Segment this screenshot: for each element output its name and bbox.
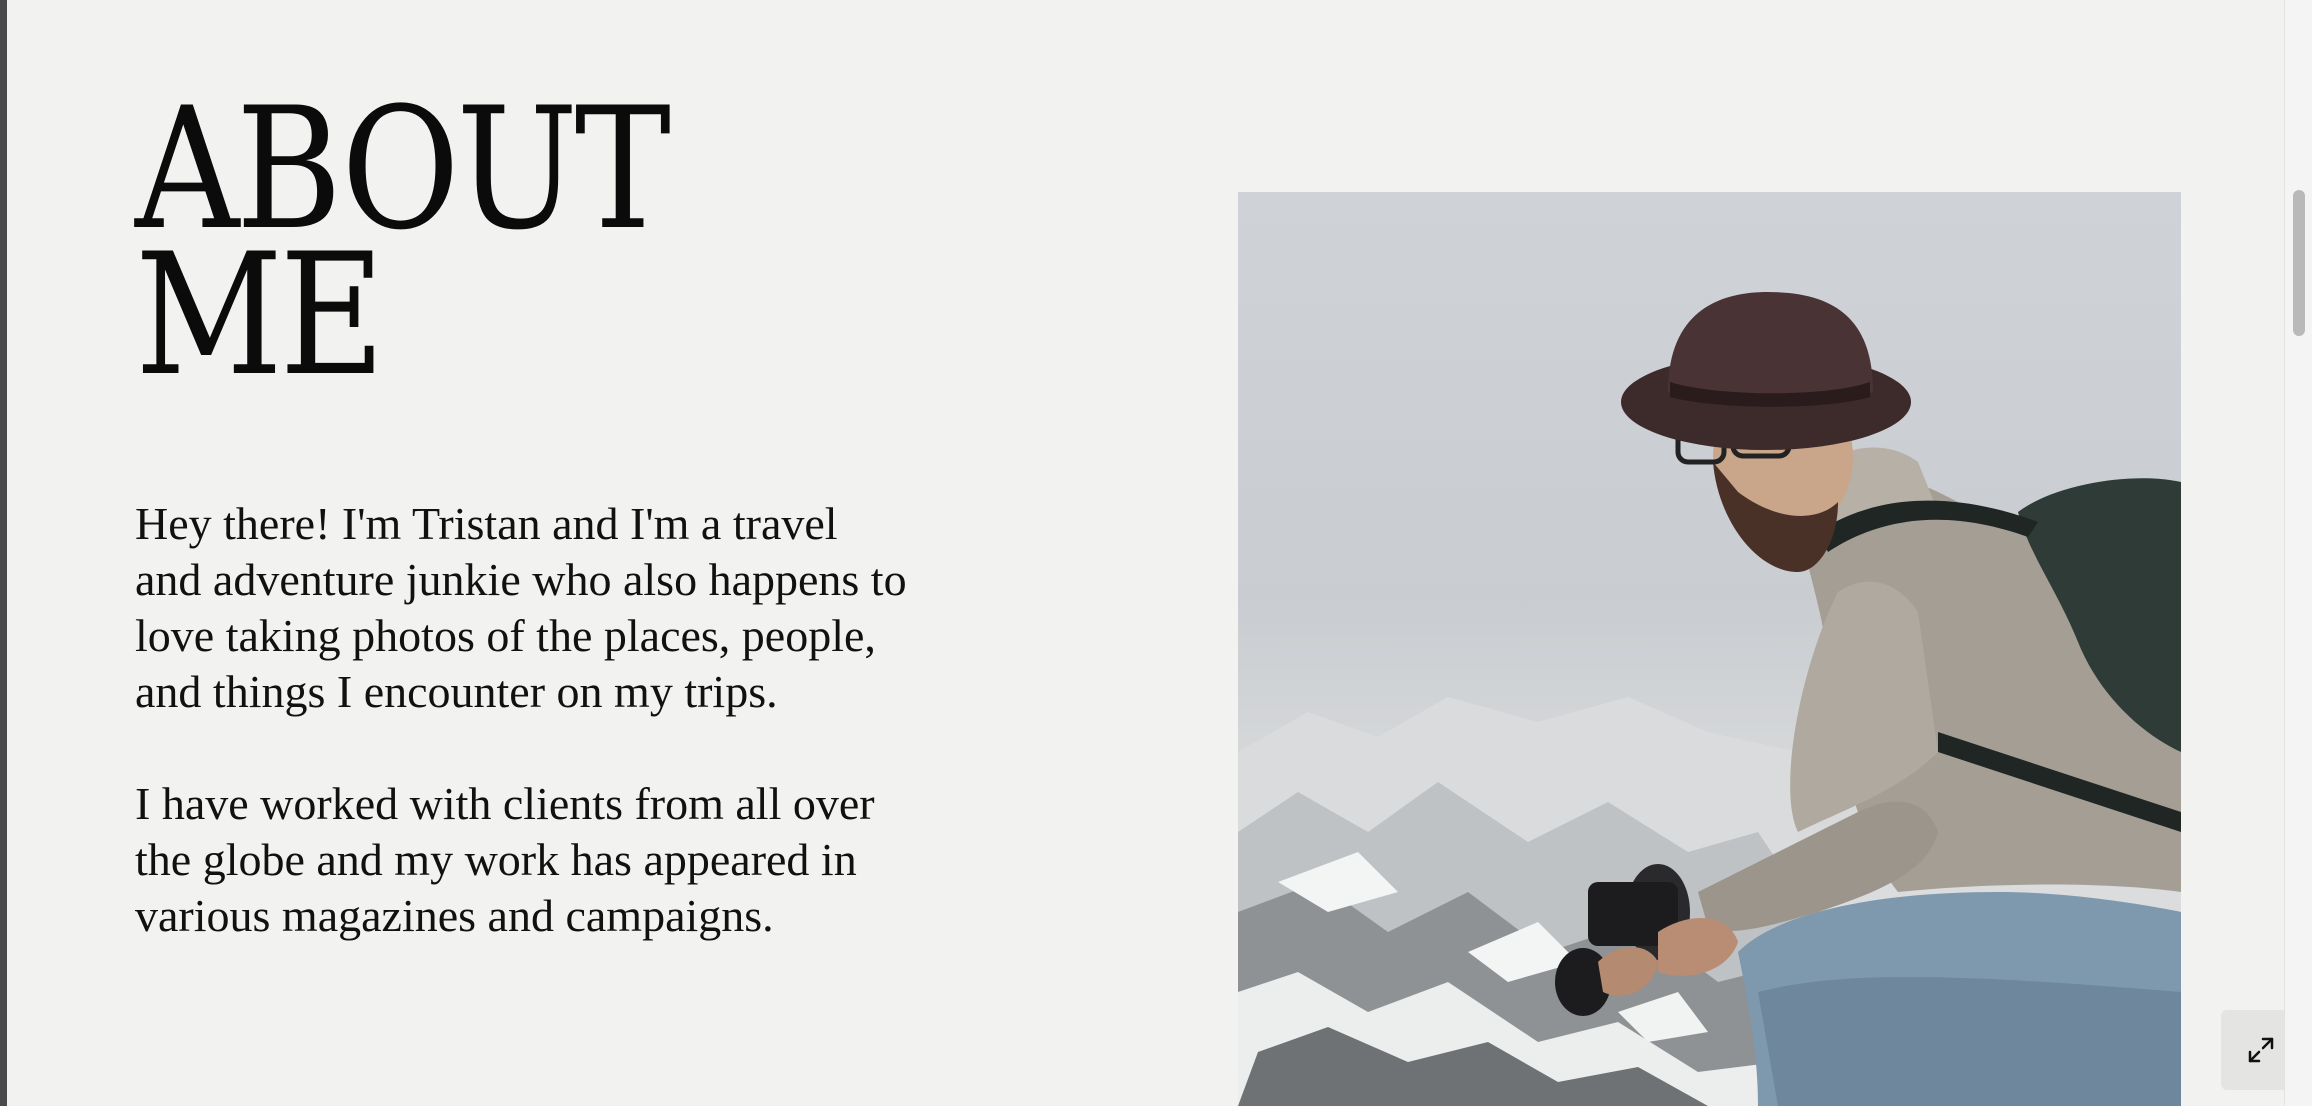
portrait-photo (1238, 192, 2181, 1106)
bio-paragraph-intro: Hey there! I'm Tristan and I'm a travel … (135, 498, 907, 717)
window-edge (0, 0, 7, 1106)
vertical-scrollbar[interactable] (2284, 0, 2312, 1106)
page-title: ABOUT ME (135, 85, 671, 399)
about-page: ABOUT ME Hey there! I'm Tristan and I'm … (7, 0, 2301, 1106)
bio-paragraph-clients: I have worked with clients from all over… (135, 778, 875, 941)
expand-icon (2248, 1037, 2274, 1063)
scrollbar-thumb[interactable] (2293, 190, 2305, 336)
